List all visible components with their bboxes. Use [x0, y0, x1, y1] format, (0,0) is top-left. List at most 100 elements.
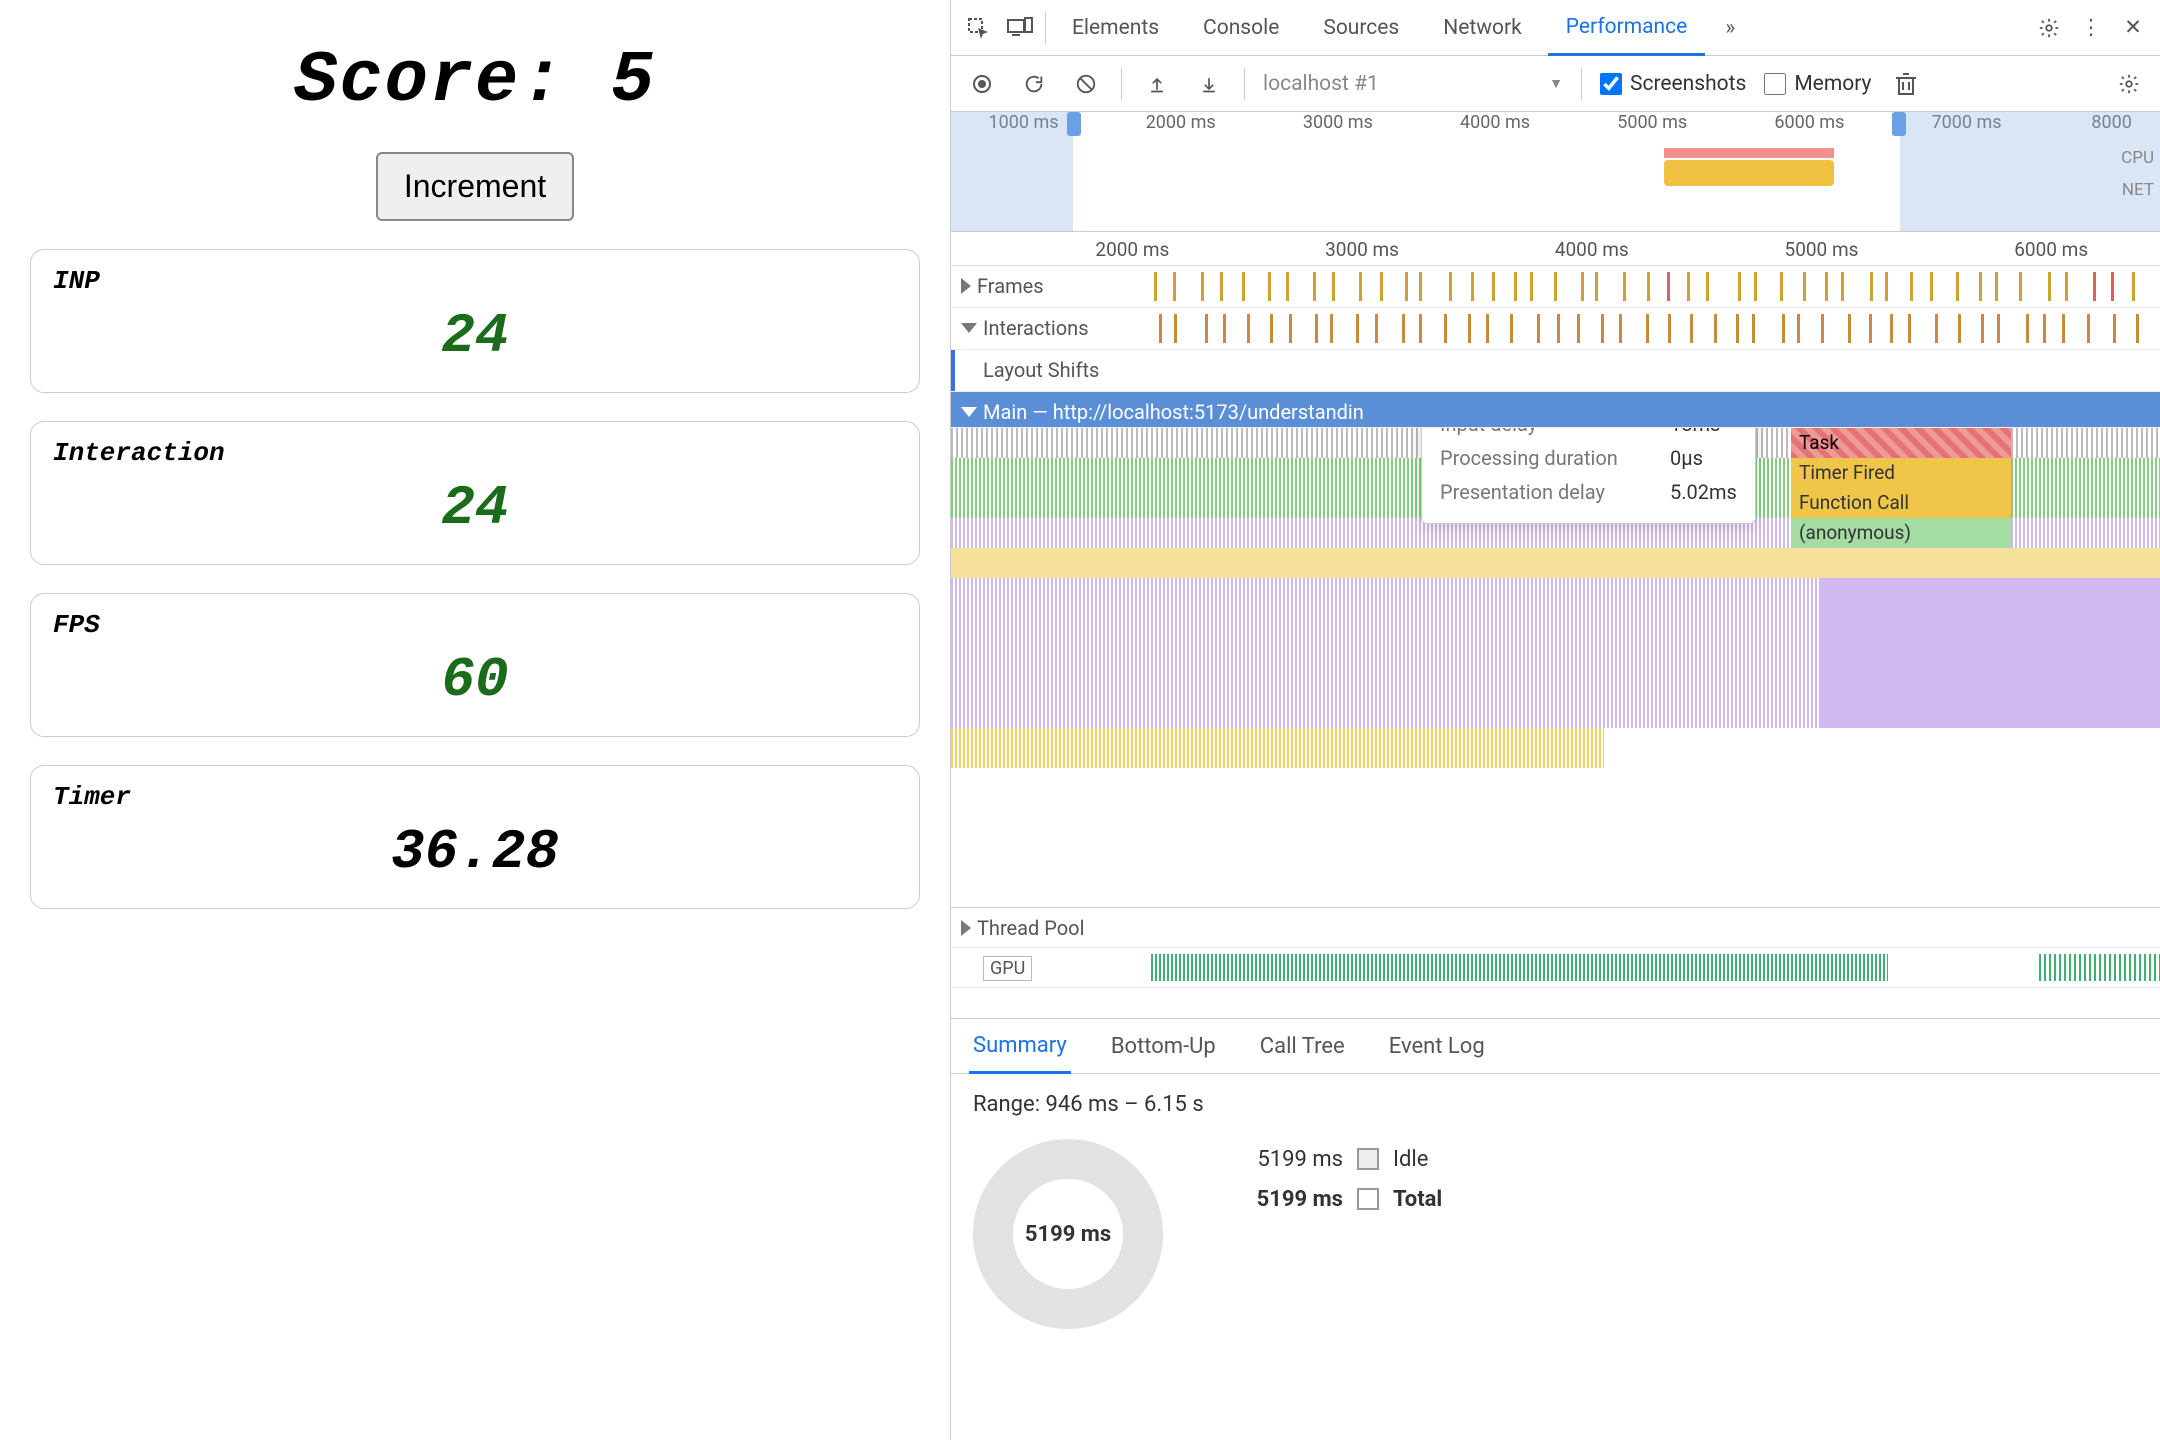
timeline-marker [1159, 314, 1162, 343]
track-frames[interactable]: Frames [951, 266, 2160, 308]
timeline-marker [1825, 272, 1828, 301]
overview-timeline[interactable]: 1000 ms 2000 ms 3000 ms 4000 ms 5000 ms … [951, 112, 2160, 232]
timeline-marker [1601, 314, 1604, 343]
track-label: Thread Pool [977, 916, 1084, 940]
timeline-marker [2136, 314, 2139, 343]
timeline-marker [1738, 272, 1741, 301]
metric-card-interaction: Interaction 24 [30, 421, 920, 565]
memory-checkbox[interactable]: Memory [1764, 72, 1871, 96]
timeline-marker [1667, 272, 1670, 301]
track-interactions[interactable]: Interactions [951, 308, 2160, 350]
timeline-marker [1449, 272, 1452, 301]
task-stack-item[interactable]: (anonymous) [1791, 518, 2011, 548]
timeline-marker [1841, 272, 1844, 301]
timeline-marker [1646, 314, 1649, 343]
timeline-marker [1468, 314, 1471, 343]
app-pane: Score: 5 Increment INP 24 Interaction 24… [0, 0, 950, 1440]
more-tabs-icon[interactable]: » [1713, 11, 1747, 45]
tab-bottom-up[interactable]: Bottom-Up [1107, 1019, 1220, 1073]
memory-checkbox-input[interactable] [1764, 73, 1786, 95]
legend-swatch [1357, 1188, 1379, 1210]
metric-value: 24 [53, 304, 897, 368]
perf-gear-icon[interactable] [2112, 67, 2146, 101]
clear-icon[interactable] [1069, 67, 1103, 101]
close-icon[interactable]: ✕ [2116, 11, 2150, 45]
tick: 6000 ms [2014, 238, 2088, 261]
chevron-down-icon[interactable] [961, 407, 977, 417]
download-icon[interactable] [1192, 67, 1226, 101]
increment-button[interactable]: Increment [376, 152, 574, 221]
timeline-marker [1782, 314, 1785, 343]
session-select[interactable]: localhost #1 ▼ [1263, 72, 1563, 96]
task-stack-item[interactable]: Task [1791, 428, 2011, 458]
track-gpu[interactable]: GPU [951, 948, 2160, 988]
tooltip-row-value: 18ms [1670, 428, 1720, 436]
upload-icon[interactable] [1140, 67, 1174, 101]
tab-sources[interactable]: Sources [1305, 0, 1417, 55]
timeline-marker [1803, 272, 1806, 301]
tab-network[interactable]: Network [1425, 0, 1540, 55]
timeline-marker [1205, 314, 1208, 343]
chevron-down-icon[interactable] [961, 323, 977, 333]
tick: 6000 ms [1774, 112, 1844, 133]
tick: 2000 ms [1146, 112, 1216, 133]
timeline-marker [1736, 314, 1739, 343]
metric-label: INP [53, 266, 897, 296]
session-select-label: localhost #1 [1263, 72, 1379, 96]
screenshots-checkbox[interactable]: Screenshots [1600, 72, 1746, 96]
track-thread-pool[interactable]: Thread Pool [951, 908, 2160, 948]
tick: 4000 ms [1460, 112, 1530, 133]
timeline-marker [1268, 272, 1271, 301]
timeline-marker [1595, 272, 1598, 301]
reload-record-icon[interactable] [1017, 67, 1051, 101]
tab-performance[interactable]: Performance [1548, 1, 1705, 56]
timeline-marker [2062, 314, 2065, 343]
screenshots-checkbox-input[interactable] [1600, 73, 1622, 95]
metric-card-timer: Timer 36.28 [30, 765, 920, 909]
tab-summary[interactable]: Summary [969, 1020, 1071, 1074]
overview-handle-right[interactable] [1892, 112, 1906, 136]
devtools-pane: Elements Console Sources Network Perform… [950, 0, 2160, 1440]
timeline-marker [1174, 314, 1177, 343]
tab-elements[interactable]: Elements [1054, 0, 1177, 55]
chevron-right-icon[interactable] [961, 920, 971, 936]
timeline-marker [1201, 272, 1204, 301]
task-stack-item[interactable]: Timer Fired [1791, 458, 2011, 488]
timeline-marker [1359, 272, 1362, 301]
timeline-marker [1870, 272, 1873, 301]
record-icon[interactable] [965, 67, 999, 101]
timeline-marker [1557, 314, 1560, 343]
timeline-marker [1375, 314, 1378, 343]
tab-console[interactable]: Console [1185, 0, 1297, 55]
summary-pane: Range: 946 ms – 6.15 s 5199 ms 5199 ms I… [951, 1074, 2160, 1347]
detail-ruler[interactable]: 2000 ms 3000 ms 4000 ms 5000 ms 6000 ms [951, 232, 2160, 266]
timeline-marker [1356, 314, 1359, 343]
inspect-icon[interactable] [961, 11, 995, 45]
track-main[interactable]: Main — http://localhost:5173/understandi… [951, 392, 2160, 428]
device-toggle-icon[interactable] [1003, 11, 1037, 45]
track-layout-shifts[interactable]: Layout Shifts [951, 350, 2160, 392]
legend-swatch [1357, 1148, 1379, 1170]
kebab-icon[interactable]: ⋮ [2074, 11, 2108, 45]
timeline-marker [1797, 314, 1800, 343]
overview-handle-left[interactable] [1067, 112, 1081, 136]
garbage-collect-icon[interactable] [1889, 67, 1923, 101]
chevron-right-icon[interactable] [961, 278, 971, 294]
tab-event-log[interactable]: Event Log [1385, 1019, 1489, 1073]
timeline-marker [1223, 314, 1226, 343]
tooltip-row-label: Presentation delay [1440, 475, 1670, 509]
timeline-marker [1668, 314, 1671, 343]
tab-call-tree[interactable]: Call Tree [1256, 1019, 1349, 1073]
timeline-marker [1247, 314, 1250, 343]
timeline-marker [1577, 314, 1580, 343]
task-stack-item[interactable]: Function Call [1791, 488, 2011, 518]
memory-checkbox-label: Memory [1794, 72, 1871, 96]
timeline-marker [2132, 272, 2135, 301]
overview-right-labels: CPU NET [2121, 142, 2154, 206]
flame-chart[interactable]: Task Timer Fired Function Call (anonymou… [951, 428, 2160, 908]
timeline-marker [1997, 314, 2000, 343]
gear-icon[interactable] [2032, 11, 2066, 45]
timeline-marker [1821, 314, 1824, 343]
timeline-marker [1714, 314, 1717, 343]
screenshots-checkbox-label: Screenshots [1630, 72, 1746, 96]
